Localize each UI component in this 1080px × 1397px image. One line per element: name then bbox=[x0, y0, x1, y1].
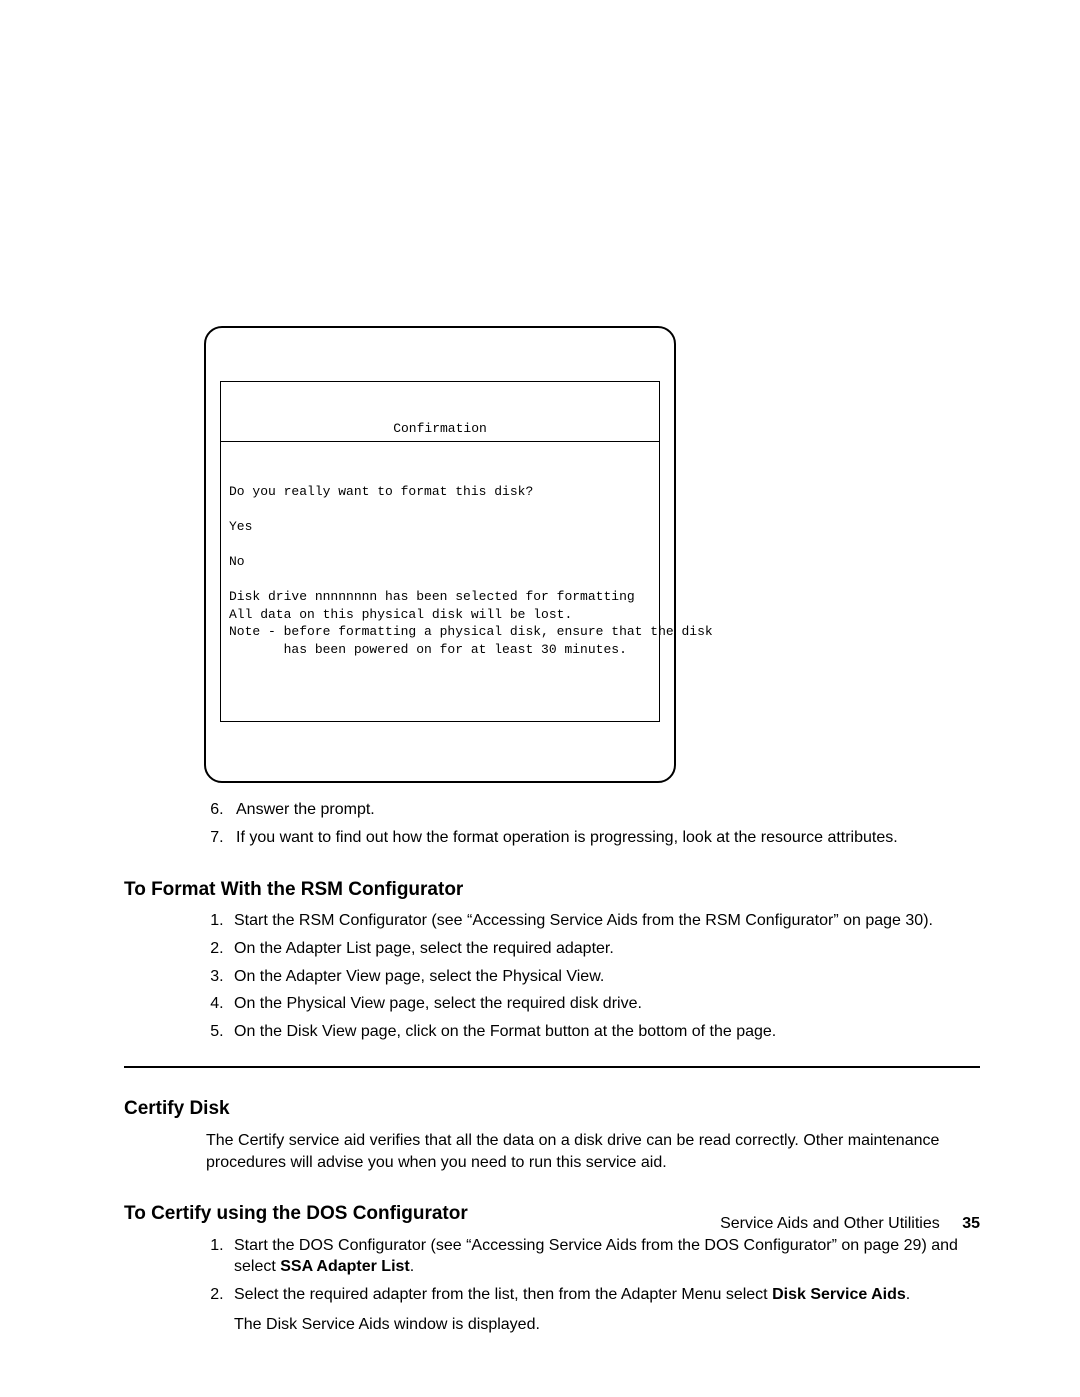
dos-steps-block: Start the DOS Configurator (see “Accessi… bbox=[206, 1235, 980, 1335]
dialog-inner-box: Confirmation Do you really want to forma… bbox=[220, 381, 660, 722]
heading-certify: Certify Disk bbox=[124, 1096, 980, 1122]
rsm-step-2: On the Adapter List page, select the req… bbox=[228, 938, 980, 960]
rsm-step-1-page: 30 bbox=[905, 912, 923, 929]
dos-step-2-b: . bbox=[906, 1286, 910, 1303]
dos-step-1-a: Start the DOS Configurator (see “Accessi… bbox=[234, 1237, 904, 1254]
dialog-body: Do you really want to format this disk? … bbox=[221, 477, 659, 686]
page-footer: Service Aids and Other Utilities 35 bbox=[720, 1213, 980, 1235]
steps-list-continued: Answer the prompt. If you want to find o… bbox=[124, 799, 980, 848]
dos-step-1-bold: SSA Adapter List bbox=[280, 1258, 410, 1275]
dialog-line-1: Do you really want to format this disk? bbox=[229, 484, 533, 499]
rsm-steps-block: Start the RSM Configurator (see “Accessi… bbox=[206, 910, 980, 1042]
dos-step-1-c: . bbox=[410, 1258, 414, 1275]
heading-rsm: To Format With the RSM Configurator bbox=[124, 877, 980, 903]
step-7: If you want to find out how the format o… bbox=[228, 827, 980, 849]
section-divider bbox=[124, 1066, 980, 1068]
dialog-terminal: Confirmation Do you really want to forma… bbox=[204, 326, 676, 783]
step-6: Answer the prompt. bbox=[228, 799, 980, 821]
page: Confirmation Do you really want to forma… bbox=[0, 0, 1080, 1397]
dos-steps-list: Start the DOS Configurator (see “Accessi… bbox=[206, 1235, 980, 1335]
rsm-step-5: On the Disk View page, click on the Form… bbox=[228, 1021, 980, 1043]
dos-step-2-a: Select the required adapter from the lis… bbox=[234, 1286, 772, 1303]
dialog-msg-4: has been powered on for at least 30 minu… bbox=[229, 642, 627, 657]
certify-block: The Certify service aid verifies that al… bbox=[206, 1130, 980, 1173]
dos-step-1: Start the DOS Configurator (see “Accessi… bbox=[228, 1235, 980, 1278]
rsm-step-1: Start the RSM Configurator (see “Accessi… bbox=[228, 910, 980, 932]
rsm-step-1-a: Start the RSM Configurator (see “Accessi… bbox=[234, 912, 905, 929]
dos-step-2: Select the required adapter from the lis… bbox=[228, 1284, 980, 1335]
dialog-msg-2: All data on this physical disk will be l… bbox=[229, 607, 572, 622]
content-area: Confirmation Do you really want to forma… bbox=[124, 326, 980, 1335]
dialog-title: Confirmation bbox=[221, 417, 659, 442]
rsm-steps-list: Start the RSM Configurator (see “Accessi… bbox=[206, 910, 980, 1042]
dos-step-2-after: The Disk Service Aids window is displaye… bbox=[234, 1314, 980, 1336]
dos-step-1-page: 29 bbox=[904, 1237, 922, 1254]
rsm-step-3: On the Adapter View page, select the Phy… bbox=[228, 966, 980, 988]
certify-intro: The Certify service aid verifies that al… bbox=[206, 1130, 980, 1173]
dialog-msg-1: Disk drive nnnnnnnn has been selected fo… bbox=[229, 589, 635, 604]
footer-page-number: 35 bbox=[962, 1215, 980, 1232]
dialog-msg-3: Note - before formatting a physical disk… bbox=[229, 624, 713, 639]
dialog-yes: Yes bbox=[229, 519, 252, 534]
footer-text: Service Aids and Other Utilities bbox=[720, 1215, 940, 1232]
dos-step-2-bold: Disk Service Aids bbox=[772, 1286, 906, 1303]
dialog-no: No bbox=[229, 554, 245, 569]
rsm-step-4: On the Physical View page, select the re… bbox=[228, 993, 980, 1015]
rsm-step-1-b: ). bbox=[923, 912, 933, 929]
